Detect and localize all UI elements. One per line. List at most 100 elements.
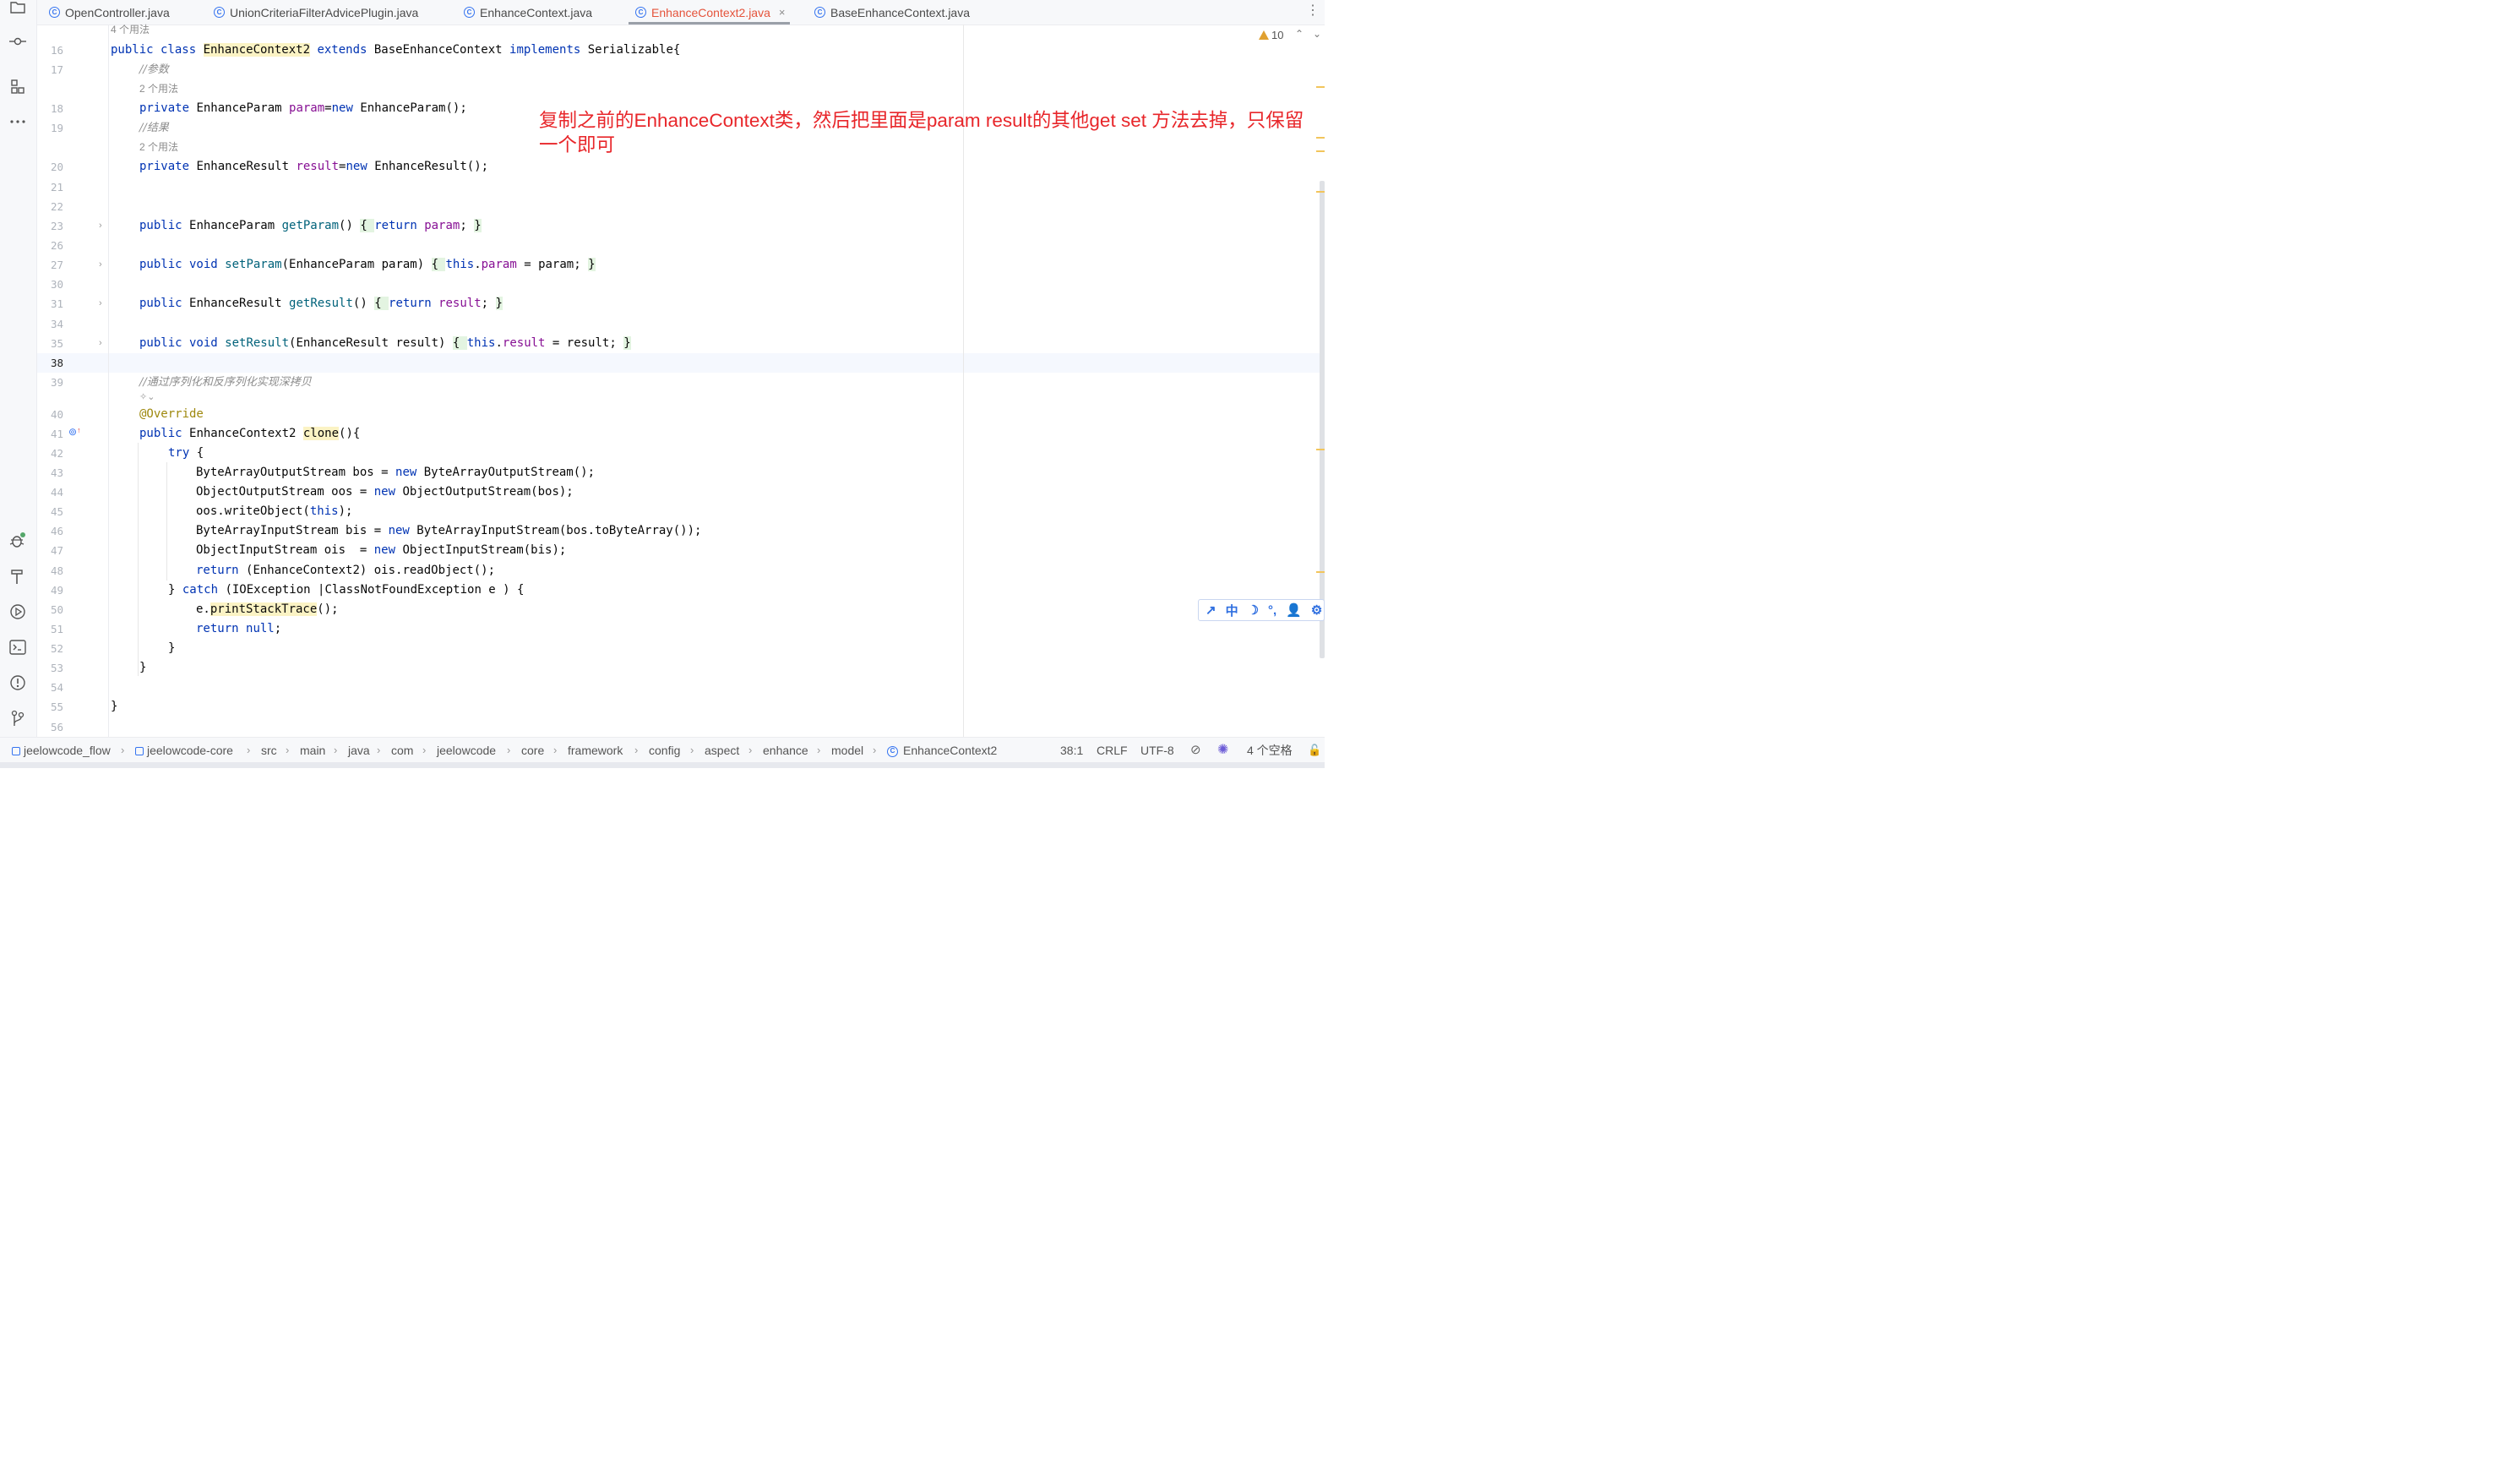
code-line-34: 34 [50, 318, 63, 330]
caret-position[interactable]: 38:1 [1060, 738, 1083, 763]
fold-chevron-icon[interactable]: › [99, 294, 102, 313]
code-line-44: 44 ObjectOutputStream oos = new ObjectOu… [50, 485, 574, 499]
breadcrumb-item[interactable]: enhance [763, 738, 808, 763]
editor-scrollbar[interactable] [1320, 181, 1325, 658]
code-line-23: 23 › public EnhanceParam getParam() { re… [0, 216, 1318, 236]
code-line-21: 21 [50, 181, 63, 194]
usage-hint[interactable]: 2 个用法 [139, 79, 178, 99]
module-icon [12, 747, 20, 756]
chevron-right-icon: › [286, 744, 290, 756]
chevron-right-icon: › [377, 744, 381, 756]
usage-hint[interactable]: 2 个用法 [139, 138, 178, 157]
code-line-30: 30 [50, 278, 63, 291]
tab-enhance-context2[interactable]: C EnhanceContext2.java × [628, 0, 791, 25]
inspection-widget[interactable]: 10 [1259, 29, 1283, 41]
usage-hint[interactable]: 4 个用法 [111, 20, 150, 40]
code-line-26: 26 [50, 239, 63, 252]
chevron-right-icon: › [121, 744, 125, 756]
code-line-39: 39 //通过序列化和反序列化实现深拷贝 [50, 376, 312, 389]
file-encoding[interactable]: UTF-8 [1140, 738, 1174, 763]
class-icon: C [635, 7, 646, 18]
code-line-20: 20 private EnhanceResult result=new Enha… [50, 160, 489, 173]
code-line-31: 31 › public EnhanceResult getResult() { … [0, 294, 1318, 313]
tab-enhance-context[interactable]: C EnhanceContext.java [464, 0, 592, 25]
tab-close-icon[interactable]: × [779, 6, 786, 19]
read-only-eye-icon[interactable]: ⊘ [1190, 738, 1201, 763]
breadcrumb-item[interactable]: config [649, 738, 680, 763]
code-line-17: 17 //参数 [50, 63, 169, 76]
code-line-53: 53 } [50, 661, 147, 674]
breadcrumb-item[interactable]: model [831, 738, 863, 763]
breadcrumb-class[interactable]: C EnhanceContext2 [887, 738, 997, 763]
breadcrumb-item[interactable]: main [300, 738, 325, 763]
override-gutter-icon[interactable]: ⊚↑ [68, 426, 81, 438]
warning-icon [1259, 30, 1269, 40]
chevron-right-icon: › [422, 744, 427, 756]
code-line-16: 16 public class EnhanceContext2 extends … [50, 43, 681, 57]
fold-chevron-icon[interactable]: › [99, 334, 102, 353]
class-icon: C [49, 7, 60, 18]
chevron-right-icon: › [247, 744, 251, 756]
structure-icon[interactable] [8, 78, 27, 96]
class-icon: C [887, 745, 898, 757]
more-vertical-icon[interactable]: ⋮ [1306, 2, 1320, 19]
code-line-52: 52 } [50, 641, 176, 655]
code-line-54: 54 [50, 681, 63, 694]
ime-switch-icon[interactable]: ↗ [1206, 602, 1216, 618]
ai-hint-icon[interactable]: ✧⌄ [139, 391, 155, 402]
breadcrumb-module[interactable]: jeelowcode-core [135, 738, 233, 763]
breadcrumb-item[interactable]: jeelowcode [437, 738, 496, 763]
chevron-right-icon: › [634, 744, 639, 756]
ime-language-toggle[interactable]: 中 [1226, 602, 1238, 619]
code-line-42: 42 try { [50, 446, 204, 460]
code-line-43: 43 ByteArrayOutputStream bos = new ByteA… [50, 466, 596, 479]
code-line-41: 41 ⊚↑ public EnhanceContext2 clone(){ [50, 426, 361, 440]
status-bar: jeelowcode_flow › jeelowcode-core › src … [0, 737, 1325, 763]
line-ending[interactable]: CRLF [1097, 738, 1128, 763]
breadcrumb-module[interactable]: jeelowcode_flow [12, 738, 111, 763]
code-line-56: 56 [50, 721, 63, 733]
chevron-right-icon: › [553, 744, 558, 756]
indent-setting[interactable]: 4 个空格 [1247, 738, 1293, 763]
class-icon: C [214, 7, 225, 18]
breadcrumb-item[interactable]: framework [568, 738, 623, 763]
next-highlight-icon[interactable]: ⌄ [1313, 28, 1321, 40]
chevron-right-icon: › [748, 744, 753, 756]
breadcrumb-item[interactable]: java [348, 738, 370, 763]
breadcrumb-item[interactable]: core [521, 738, 544, 763]
tab-union-criteria-filter[interactable]: C UnionCriteriaFilterAdvicePlugin.java [214, 0, 418, 25]
breadcrumb-item[interactable]: aspect [705, 738, 739, 763]
code-line-49: 49 } catch (IOException |ClassNotFoundEx… [50, 583, 525, 597]
class-icon: C [814, 7, 825, 18]
tab-open-controller[interactable]: C OpenController.java [49, 0, 170, 25]
lock-icon[interactable]: 🔓 [1308, 738, 1321, 763]
code-line-38: 38 [50, 357, 63, 369]
ime-toolbar[interactable]: ↗ 中 ☽ °, 👤 ⚙ [1198, 599, 1325, 621]
code-line-27: 27 › public void setParam(EnhanceParam p… [0, 255, 1318, 275]
breadcrumb-item[interactable]: src [261, 738, 277, 763]
ime-user-icon[interactable]: 👤 [1286, 602, 1302, 618]
ime-settings-icon[interactable]: ⚙ [1311, 602, 1322, 618]
fold-chevron-icon[interactable]: › [99, 216, 102, 236]
folder-icon[interactable] [8, 0, 27, 16]
breadcrumb-item[interactable]: com [391, 738, 413, 763]
previous-highlight-icon[interactable]: ⌃ [1295, 28, 1304, 40]
chevron-right-icon: › [690, 744, 694, 756]
module-icon [135, 747, 144, 756]
fold-chevron-icon[interactable]: › [99, 255, 102, 275]
code-line-47: 47 ObjectInputStream ois = new ObjectInp… [50, 543, 567, 557]
code-line-50: 50 e.printStackTrace(); [50, 602, 339, 616]
code-line-48: 48 return (EnhanceContext2) ois.readObje… [50, 564, 496, 577]
code-line-55: 55 } [50, 700, 118, 713]
window-bottom-edge [0, 762, 1325, 768]
code-line-40: 40 @Override [50, 407, 204, 421]
annotation-text: 复制之前的EnhanceContext类，然后把里面是param result的… [539, 110, 1304, 155]
ime-punctuation-icon[interactable]: °, [1268, 603, 1276, 618]
error-stripe-marker[interactable] [1316, 86, 1325, 88]
tab-base-enhance-context[interactable]: C BaseEnhanceContext.java [814, 0, 970, 25]
editor-tab-bar: C OpenController.java C UnionCriteriaFilte… [37, 0, 1325, 25]
chevron-right-icon: › [334, 744, 338, 756]
code-line-51: 51 return null; [50, 622, 282, 635]
ime-moon-icon[interactable]: ☽ [1248, 602, 1259, 618]
ai-assistant-icon[interactable]: ✺ [1217, 738, 1228, 763]
